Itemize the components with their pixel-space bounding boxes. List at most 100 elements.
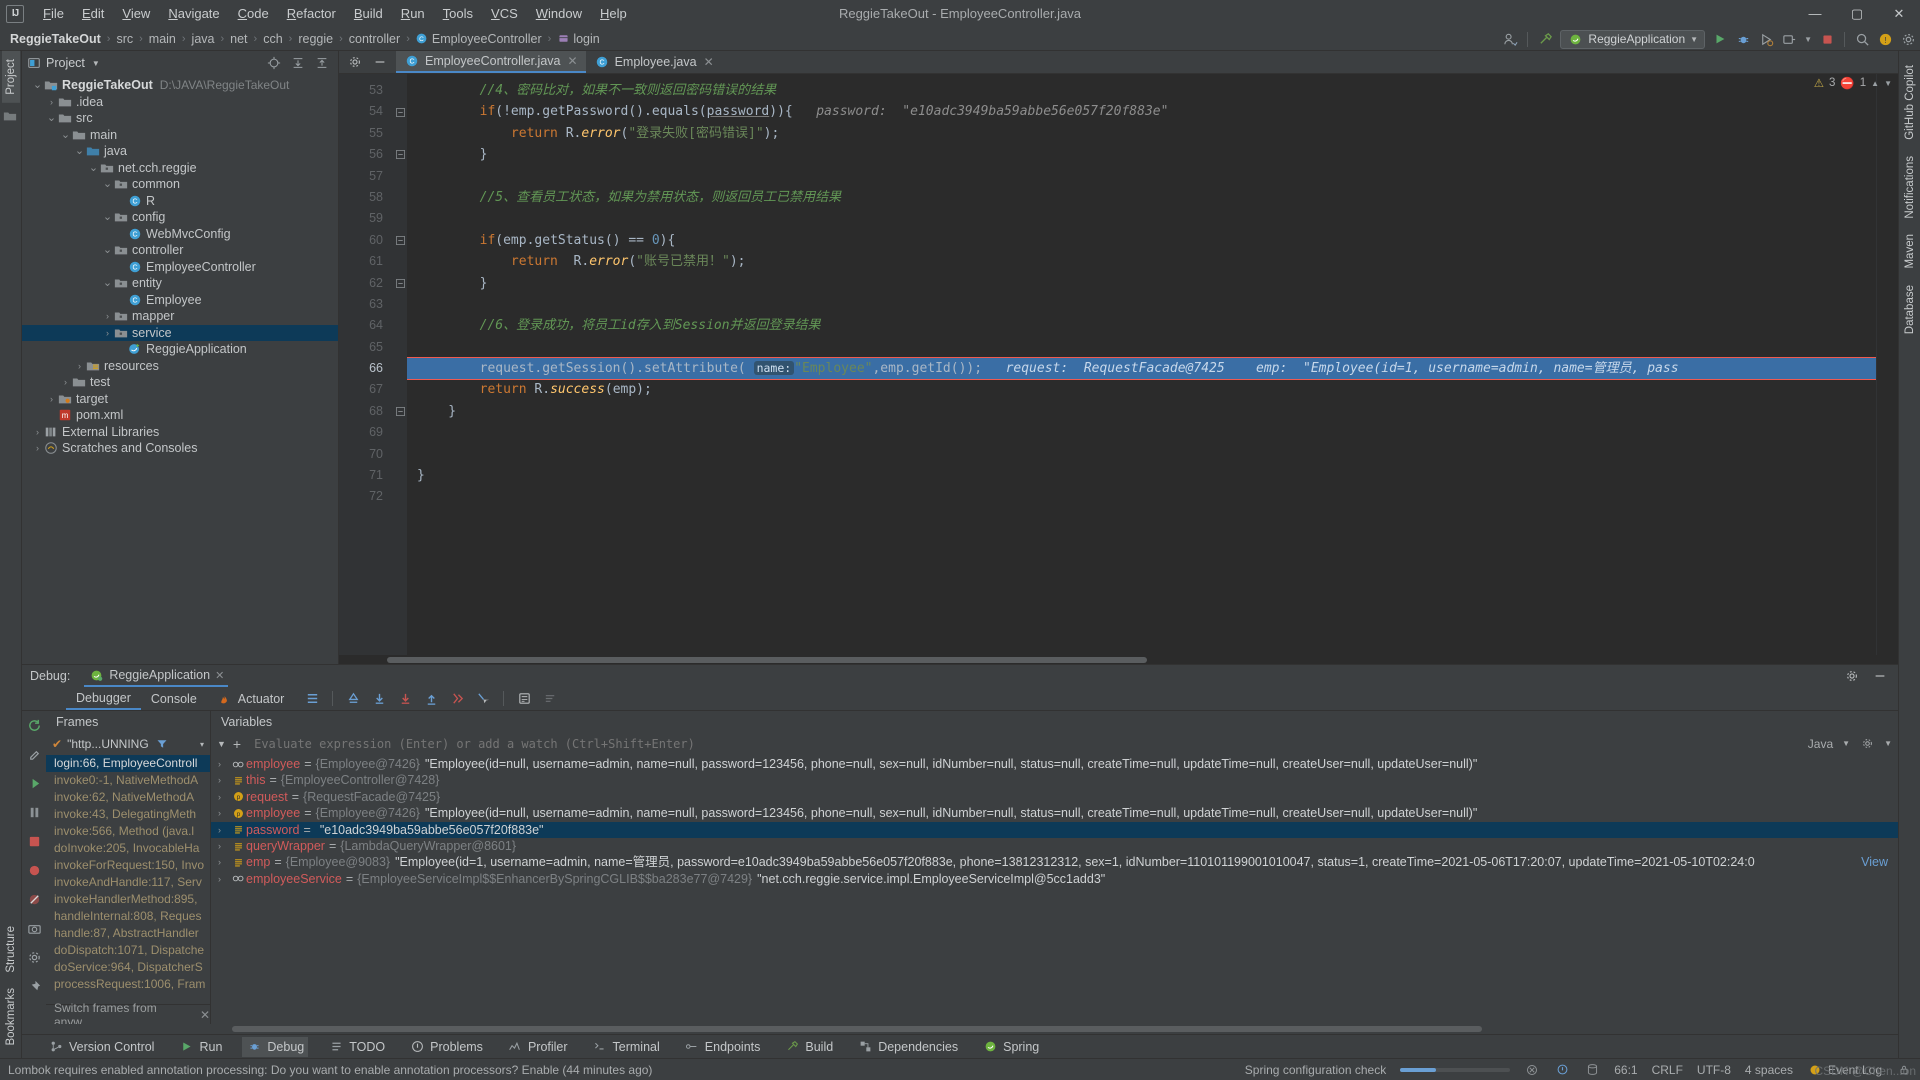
language-label[interactable]: Java bbox=[1808, 737, 1833, 751]
code-line[interactable]: } bbox=[407, 273, 1876, 294]
chevron-right-icon[interactable]: › bbox=[74, 361, 85, 371]
close-session-icon[interactable]: ✕ bbox=[215, 669, 224, 682]
menu-refactor[interactable]: Refactor bbox=[278, 4, 345, 23]
tree-item--idea[interactable]: › .idea bbox=[22, 94, 338, 111]
chevron-down-icon-2[interactable]: ▼ bbox=[1804, 35, 1812, 44]
thread-selector[interactable]: ✔ "http...UNNING ▾ bbox=[46, 733, 210, 755]
right-tab-maven[interactable]: Maven bbox=[1901, 226, 1919, 277]
variable-row[interactable]: › p employee = {Employee@7426} "Employee(id=n… bbox=[211, 805, 1898, 821]
editor-tab-employee-java[interactable]: C Employee.java ✕ bbox=[586, 51, 722, 73]
variable-row[interactable]: › employee = {Employee@7426} "Employee(id=nu… bbox=[211, 756, 1898, 772]
variable-row[interactable]: › emp = {Employee@9083} "Employee(id=1, user… bbox=[211, 854, 1898, 870]
folder-strip-icon[interactable] bbox=[3, 109, 19, 125]
mute-breakpoints-icon[interactable] bbox=[542, 691, 558, 707]
debug-session-tab[interactable]: ReggieApplication ✕ bbox=[84, 665, 229, 687]
tree-item-reggieapplication[interactable]: ReggieApplication bbox=[22, 341, 338, 358]
tree-item-target[interactable]: › target bbox=[22, 391, 338, 408]
step-over-icon[interactable] bbox=[371, 691, 387, 707]
breadcrumb-item-src[interactable]: src bbox=[114, 32, 135, 46]
breadcrumb-item-employeecontroller[interactable]: EmployeeController bbox=[430, 32, 544, 46]
layout-icon[interactable] bbox=[304, 691, 320, 707]
notifications-icon[interactable]: ! bbox=[1877, 31, 1893, 47]
gear-icon[interactable] bbox=[347, 54, 363, 70]
debug-tab-console[interactable]: Console bbox=[141, 689, 207, 709]
resume-icon[interactable] bbox=[26, 775, 42, 791]
right-tab-notifications[interactable]: Notifications bbox=[1901, 148, 1919, 227]
variable-row[interactable]: › queryWrapper = {LambdaQueryWrapper@8601} bbox=[211, 838, 1898, 854]
frames-footer-close-icon[interactable]: ✕ bbox=[200, 1008, 210, 1022]
menu-navigate[interactable]: Navigate bbox=[159, 4, 228, 23]
code-line[interactable] bbox=[407, 444, 1876, 465]
breadcrumb-item-main[interactable]: main bbox=[147, 32, 178, 46]
chevron-right-icon[interactable]: › bbox=[46, 97, 57, 107]
maximize-button[interactable]: ▢ bbox=[1836, 0, 1878, 27]
tree-item-employee[interactable]: C Employee bbox=[22, 292, 338, 309]
scrollbar-thumb[interactable] bbox=[387, 657, 1147, 663]
view-link[interactable]: View bbox=[1861, 854, 1888, 870]
variable-row[interactable]: › p request = {RequestFacade@7425} bbox=[211, 789, 1898, 805]
camera-icon[interactable] bbox=[26, 920, 42, 936]
chevron-down-icon[interactable]: ⌄ bbox=[102, 278, 113, 289]
fold-marker-icon[interactable] bbox=[393, 230, 407, 251]
tree-item-controller[interactable]: ⌄ controller bbox=[22, 242, 338, 259]
code-line-executing[interactable]: request.getSession().setAttribute( name:… bbox=[407, 357, 1876, 381]
fold-marker-icon[interactable] bbox=[393, 144, 407, 165]
frame-item[interactable]: invokeForRequest:150, Invo bbox=[46, 857, 210, 874]
code-lines[interactable]: //4、密码比对，如果不一致则返回密码错误的结果 if(!emp.getPass… bbox=[407, 74, 1876, 655]
editor-tab-employeecontroller-java[interactable]: C EmployeeController.java ✕ bbox=[396, 51, 586, 73]
code-line[interactable] bbox=[407, 166, 1876, 187]
expand-all-icon[interactable] bbox=[290, 55, 306, 71]
chevron-down-icon[interactable]: ⌄ bbox=[74, 146, 85, 157]
tool-window-build[interactable]: Build bbox=[780, 1037, 837, 1057]
chevron-right-icon[interactable]: › bbox=[218, 805, 230, 821]
tool-window-todo[interactable]: TODO bbox=[324, 1037, 389, 1057]
vars-more-chevron-icon[interactable]: ▼ bbox=[1884, 739, 1892, 748]
thread-chevron-down-icon[interactable]: ▾ bbox=[200, 740, 210, 749]
chevron-down-icon[interactable]: ⌄ bbox=[60, 129, 71, 140]
debug-horizontal-scrollbar[interactable] bbox=[22, 1024, 1898, 1034]
tree-item-scratches-and-consoles[interactable]: › Scratches and Consoles bbox=[22, 440, 338, 457]
menu-file[interactable]: File bbox=[34, 4, 73, 23]
code-line[interactable] bbox=[407, 486, 1876, 507]
breadcrumb-item-reggietakeout[interactable]: ReggieTakeOut bbox=[8, 32, 103, 46]
step-into-icon[interactable] bbox=[397, 691, 413, 707]
hide-icon[interactable] bbox=[372, 54, 388, 70]
chevron-right-icon[interactable]: › bbox=[32, 443, 43, 453]
code-line[interactable]: if(emp.getStatus() == 0){ bbox=[407, 230, 1876, 251]
chevron-down-icon[interactable]: ⌄ bbox=[32, 80, 43, 91]
tree-item-entity[interactable]: ⌄ entity bbox=[22, 275, 338, 292]
menu-code[interactable]: Code bbox=[229, 4, 278, 23]
search-everywhere-icon[interactable] bbox=[1854, 31, 1870, 47]
code-line[interactable]: return R.error("账号已禁用！"); bbox=[407, 251, 1876, 272]
db-widget-icon[interactable] bbox=[1584, 1062, 1600, 1078]
inspections-widget-icon[interactable] bbox=[1554, 1062, 1570, 1078]
fold-marker-icon[interactable] bbox=[393, 401, 407, 422]
tree-item-java[interactable]: ⌄ java bbox=[22, 143, 338, 160]
indent-setting[interactable]: 4 spaces bbox=[1745, 1063, 1793, 1077]
tool-window-problems[interactable]: Problems bbox=[405, 1037, 487, 1057]
menu-build[interactable]: Build bbox=[345, 4, 392, 23]
tree-item-common[interactable]: ⌄ common bbox=[22, 176, 338, 193]
stop-icon[interactable] bbox=[1819, 31, 1835, 47]
tree-item-external-libraries[interactable]: › External Libraries bbox=[22, 424, 338, 441]
chevron-right-icon[interactable]: › bbox=[218, 789, 230, 805]
collapse-all-icon[interactable] bbox=[314, 55, 330, 71]
chevron-right-icon[interactable]: › bbox=[32, 427, 43, 437]
code-line[interactable]: } bbox=[407, 144, 1876, 165]
chevron-right-icon[interactable]: › bbox=[218, 838, 230, 854]
folding-gutter[interactable] bbox=[393, 74, 407, 655]
tool-window-terminal[interactable]: Terminal bbox=[588, 1037, 664, 1057]
chevron-right-icon[interactable]: › bbox=[46, 394, 57, 404]
fold-marker-icon[interactable] bbox=[393, 101, 407, 122]
tree-item-mapper[interactable]: › mapper bbox=[22, 308, 338, 325]
status-message[interactable]: Lombok requires enabled annotation proce… bbox=[8, 1063, 1231, 1077]
stop-icon-debug[interactable] bbox=[26, 833, 42, 849]
editor-horizontal-scrollbar[interactable] bbox=[339, 655, 1898, 664]
chevron-right-icon[interactable]: › bbox=[218, 871, 230, 887]
fold-marker-icon[interactable] bbox=[393, 273, 407, 294]
drop-frame-icon[interactable] bbox=[449, 691, 465, 707]
chevron-right-icon[interactable]: › bbox=[218, 854, 230, 870]
evaluate-expression-input[interactable] bbox=[248, 736, 1801, 751]
chevron-right-icon[interactable]: › bbox=[102, 328, 113, 338]
chevron-down-icon[interactable]: ⌄ bbox=[102, 245, 113, 256]
